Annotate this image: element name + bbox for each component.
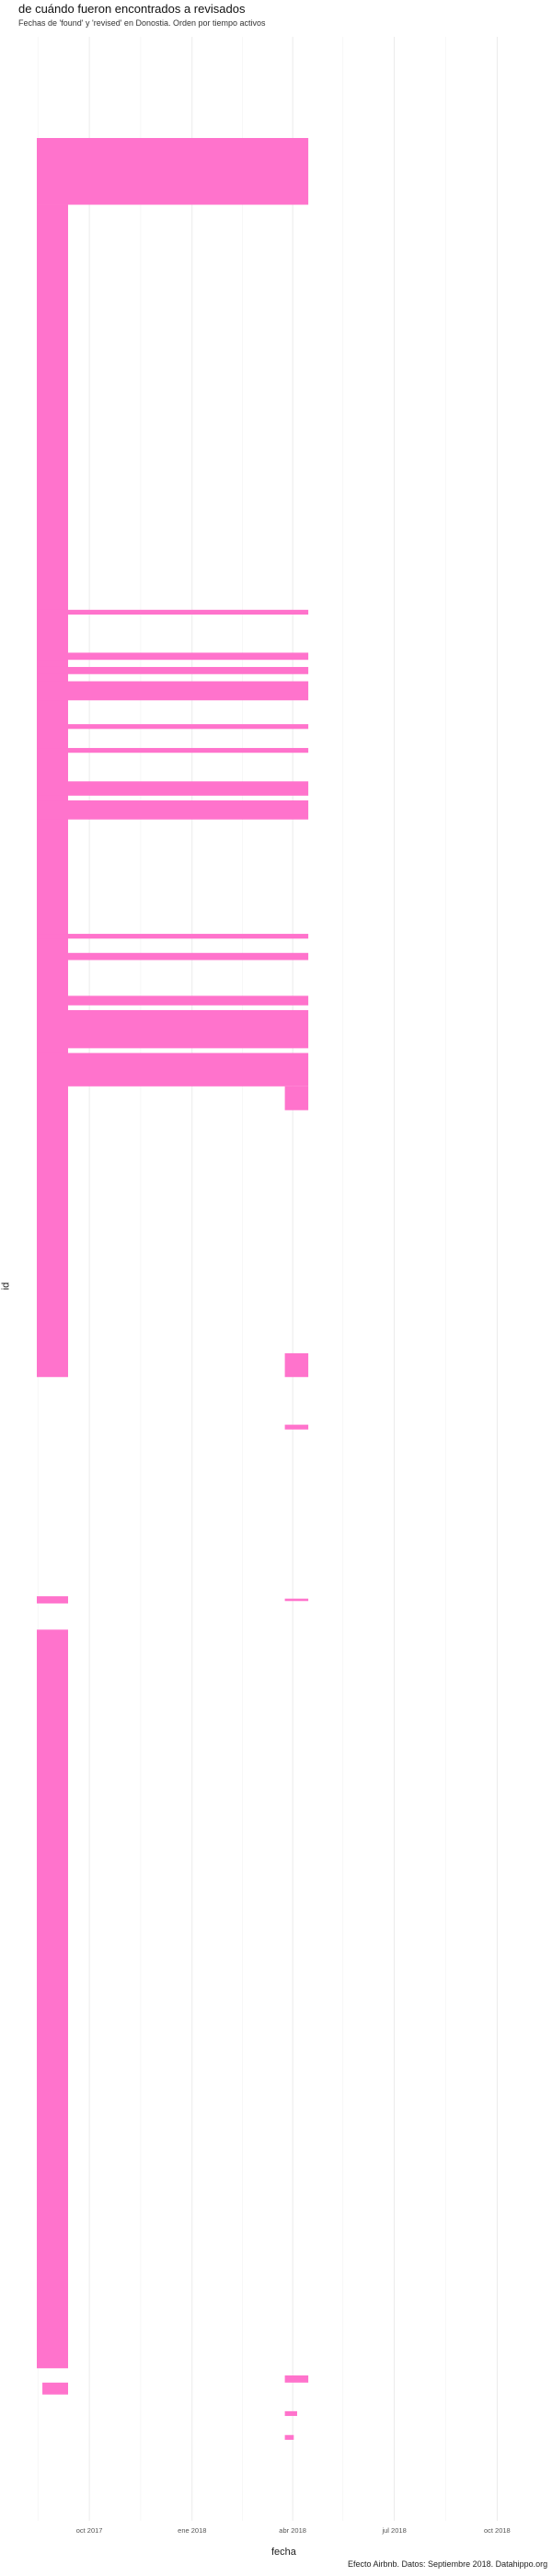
bar-segment <box>284 2434 294 2440</box>
bar-segment <box>284 2375 309 2383</box>
x-tick-labels: oct 2017 ene 2018 abr 2018 jul 2018 oct 2018 <box>76 2526 511 2535</box>
bar-segment <box>37 1052 309 1087</box>
x-tick-label: abr 2018 <box>279 2526 306 2535</box>
bar-segment <box>37 1596 69 1604</box>
bar-segment <box>37 652 309 661</box>
x-tick-label: oct 2018 <box>484 2526 511 2535</box>
bar-segment <box>37 609 309 615</box>
x-tick-label: jul 2018 <box>381 2526 406 2535</box>
grid-lines <box>37 37 498 2521</box>
bar-segment <box>37 1009 309 1049</box>
bar-segment <box>37 724 309 730</box>
bar-segment <box>37 934 309 939</box>
bar-segment <box>37 748 309 753</box>
chart-plot: oct 2017 ene 2018 abr 2018 jul 2018 oct 2018 <box>37 37 511 2535</box>
bar-segment <box>37 952 309 960</box>
x-axis-label: fecha <box>271 2547 296 2558</box>
bar-segment <box>284 1598 309 1602</box>
bar-segment <box>37 666 309 674</box>
bar-segment <box>37 800 309 820</box>
x-tick-label: ene 2018 <box>178 2526 206 2535</box>
bar-segment <box>37 1629 69 2369</box>
bar-segment <box>284 1352 309 1377</box>
bar-segment <box>37 995 309 1006</box>
bar-segments <box>37 138 309 2440</box>
bar-segment <box>42 2382 69 2395</box>
x-tick-label: oct 2017 <box>76 2526 103 2535</box>
bar-segment <box>37 681 309 701</box>
bar-segment <box>284 2410 297 2417</box>
chart-caption: Efecto Airbnb. Datos: Septiembre 2018. D… <box>348 2559 548 2569</box>
bar-segment <box>37 781 309 796</box>
bar-segment <box>284 1086 309 1110</box>
bar-segment <box>37 138 309 205</box>
bar-segment <box>284 1424 309 1430</box>
